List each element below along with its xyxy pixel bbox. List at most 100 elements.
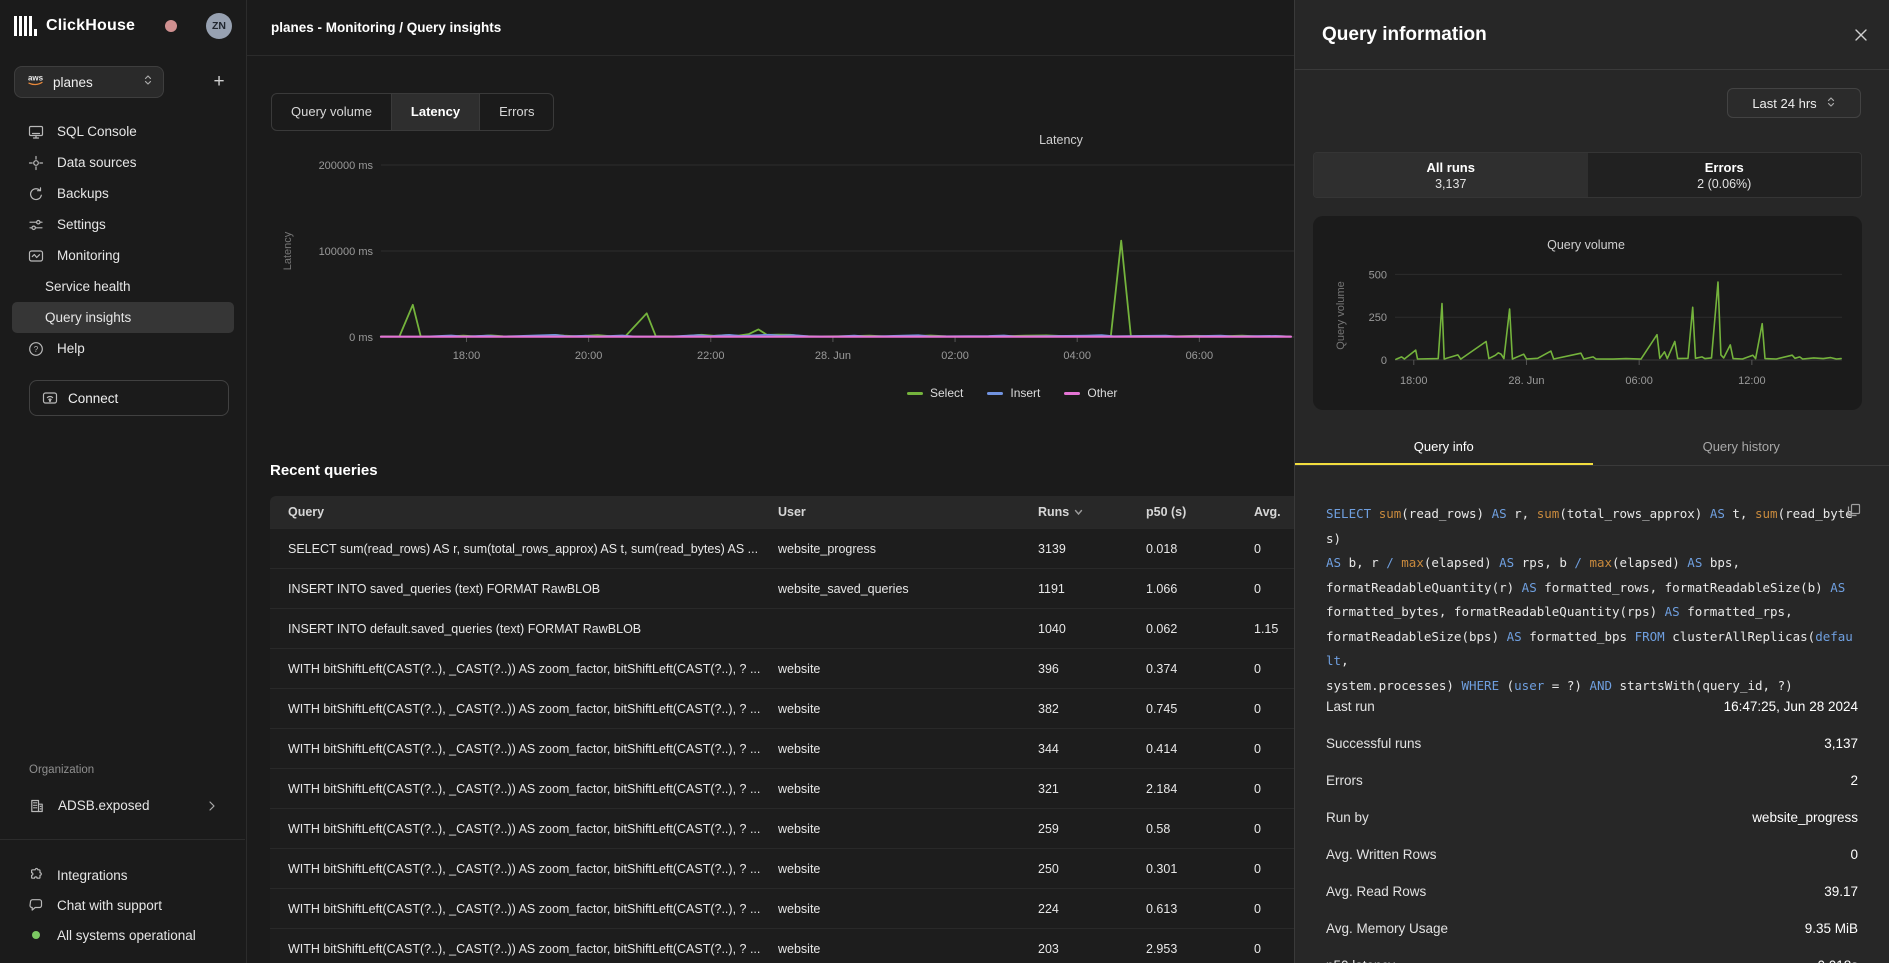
status-dot-icon [32, 931, 40, 939]
stat-value: 2 [1850, 773, 1858, 788]
summary-tab-label: All runs [1427, 160, 1475, 175]
column-label: Query [288, 505, 324, 519]
footer-item-integrations[interactable]: Integrations [12, 860, 234, 890]
stat-row-avg-memory-usage: Avg. Memory Usage9.35 MiB [1326, 910, 1858, 947]
column-header-user[interactable]: User [778, 505, 1038, 519]
svg-text:28. Jun: 28. Jun [815, 350, 851, 362]
cell-p50: 0.613 [1146, 902, 1254, 916]
cell-runs: 396 [1038, 662, 1146, 676]
breadcrumb: planes - Monitoring / Query insights [271, 20, 501, 35]
runs-errors-tabs: All runs3,137Errors2 (0.06%) [1313, 152, 1862, 198]
table-row[interactable]: WITH bitShiftLeft(CAST(?..), _CAST(?..))… [270, 848, 1300, 888]
table-row[interactable]: WITH bitShiftLeft(CAST(?..), _CAST(?..))… [270, 728, 1300, 768]
svg-text:22:00: 22:00 [697, 350, 725, 362]
sidebar-item-label: Service health [45, 279, 131, 294]
stat-row-last-run: Last run16:47:25, Jun 28 2024 [1326, 688, 1858, 725]
cell-query: WITH bitShiftLeft(CAST(?..), _CAST(?..))… [270, 662, 778, 676]
logo-text: ClickHouse [46, 17, 135, 35]
column-header-p50-s-[interactable]: p50 (s) [1146, 505, 1254, 519]
legend-item-insert[interactable]: Insert [987, 386, 1040, 400]
summary-tab-all-runs[interactable]: All runs3,137 [1314, 153, 1588, 197]
cell-query: WITH bitShiftLeft(CAST(?..), _CAST(?..))… [270, 702, 778, 716]
tab-query-info[interactable]: Query info [1295, 434, 1593, 466]
stat-row-p50-latency: p50 latency0.018s [1326, 947, 1858, 963]
copy-icon[interactable] [1847, 503, 1861, 517]
legend-swatch [987, 392, 1003, 395]
sidebar-item-label: Backups [57, 186, 109, 201]
table-row[interactable]: WITH bitShiftLeft(CAST(?..), _CAST(?..))… [270, 888, 1300, 928]
svg-text:500: 500 [1369, 269, 1387, 281]
chart-tabs: Query volumeLatencyErrors [271, 93, 554, 131]
column-header-query[interactable]: Query [270, 505, 778, 519]
sidebar-item-query-insights[interactable]: Query insights [12, 302, 234, 333]
table-row[interactable]: WITH bitShiftLeft(CAST(?..), _CAST(?..))… [270, 648, 1300, 688]
sidebar-item-backups[interactable]: Backups [12, 178, 234, 209]
cell-user: website [778, 902, 1038, 916]
sidebar: ClickHouse ZN aws planes + SQL ConsoleDa… [0, 0, 247, 963]
table-row[interactable]: WITH bitShiftLeft(CAST(?..), _CAST(?..))… [270, 928, 1300, 963]
add-service-button[interactable]: + [206, 71, 232, 93]
notification-dot[interactable] [165, 20, 177, 32]
sidebar-item-settings[interactable]: Settings [12, 209, 234, 240]
main-content: planes - Monitoring / Query insights Que… [247, 0, 1294, 963]
cell-p50: 0.374 [1146, 662, 1254, 676]
cell-runs: 250 [1038, 862, 1146, 876]
summary-tab-errors[interactable]: Errors2 (0.06%) [1588, 153, 1862, 197]
stat-label: Errors [1326, 773, 1363, 788]
svg-text:Latency: Latency [282, 231, 294, 270]
logo-row: ClickHouse ZN [0, 0, 246, 52]
tab-query-history[interactable]: Query history [1593, 434, 1889, 466]
sidebar-item-data-sources[interactable]: Data sources [12, 147, 234, 178]
legend-label: Select [930, 386, 963, 400]
sidebar-nav: SQL ConsoleData sources Backups SettingsMo… [0, 116, 246, 364]
legend-item-select[interactable]: Select [907, 386, 963, 400]
table-row[interactable]: WITH bitShiftLeft(CAST(?..), _CAST(?..))… [270, 688, 1300, 728]
connect-button[interactable]: Connect [29, 380, 229, 416]
query-info-tabs: Query infoQuery history [1295, 434, 1889, 466]
organization-label: Organization [29, 764, 94, 776]
sidebar-item-service-health[interactable]: Service health [12, 271, 234, 302]
tab-errors[interactable]: Errors [480, 94, 553, 130]
legend-label: Insert [1010, 386, 1040, 400]
legend-swatch [1064, 392, 1080, 395]
sidebar-footer: IntegrationsChat with supportAll systems… [0, 860, 246, 950]
sql-code-block[interactable]: SELECT sum(read_rows) AS r, sum(total_ro… [1326, 502, 1856, 698]
table-row[interactable]: WITH bitShiftLeft(CAST(?..), _CAST(?..))… [270, 768, 1300, 808]
footer-item-chat-with-support[interactable]: Chat with support [12, 890, 234, 920]
svg-text:Query volume: Query volume [1335, 281, 1347, 349]
sidebar-item-sql-console[interactable]: SQL Console [12, 116, 234, 147]
cell-query: WITH bitShiftLeft(CAST(?..), _CAST(?..))… [270, 862, 778, 876]
sort-down-icon [1074, 505, 1083, 519]
sidebar-item-monitoring[interactable]: Monitoring [12, 240, 234, 271]
sidebar-item-help[interactable]: ?Help [12, 333, 234, 364]
tab-query-volume[interactable]: Query volume [272, 94, 391, 130]
sidebar-item-label: Query insights [45, 310, 131, 325]
tab-latency[interactable]: Latency [391, 94, 480, 130]
stat-row-run-by: Run bywebsite_progress [1326, 799, 1858, 836]
backups-icon [28, 186, 44, 202]
chevron-right-icon [208, 800, 216, 812]
query-information-panel: Query information Last 24 hrs All runs3,… [1294, 0, 1889, 963]
legend-item-other[interactable]: Other [1064, 386, 1117, 400]
stat-label: Avg. Written Rows [1326, 847, 1437, 862]
organization-switcher[interactable]: ADSB.exposed [17, 790, 234, 821]
cell-runs: 224 [1038, 902, 1146, 916]
time-range-select[interactable]: Last 24 hrs [1727, 88, 1861, 118]
footer-item-all-systems-operational[interactable]: All systems operational [12, 920, 234, 950]
building-icon [29, 798, 45, 814]
cell-runs: 1191 [1038, 582, 1146, 596]
avatar[interactable]: ZN [206, 13, 232, 39]
table-row[interactable]: SELECT sum(read_rows) AS r, sum(total_ro… [270, 528, 1300, 568]
table-row[interactable]: WITH bitShiftLeft(CAST(?..), _CAST(?..))… [270, 808, 1300, 848]
close-icon[interactable] [1853, 27, 1869, 43]
organization-name: ADSB.exposed [58, 798, 150, 813]
cell-p50: 0.58 [1146, 822, 1254, 836]
table-row[interactable]: INSERT INTO default.saved_queries (text)… [270, 608, 1300, 648]
column-header-runs[interactable]: Runs [1038, 505, 1146, 519]
cell-query: WITH bitShiftLeft(CAST(?..), _CAST(?..))… [270, 782, 778, 796]
table-row[interactable]: INSERT INTO saved_queries (text) FORMAT … [270, 568, 1300, 608]
sql-line: formatReadableSize(bps) AS formatted_bps… [1326, 625, 1856, 674]
service-selector[interactable]: aws planes [14, 66, 164, 98]
svg-text:06:00: 06:00 [1186, 350, 1214, 362]
stat-value: 16:47:25, Jun 28 2024 [1724, 699, 1858, 714]
